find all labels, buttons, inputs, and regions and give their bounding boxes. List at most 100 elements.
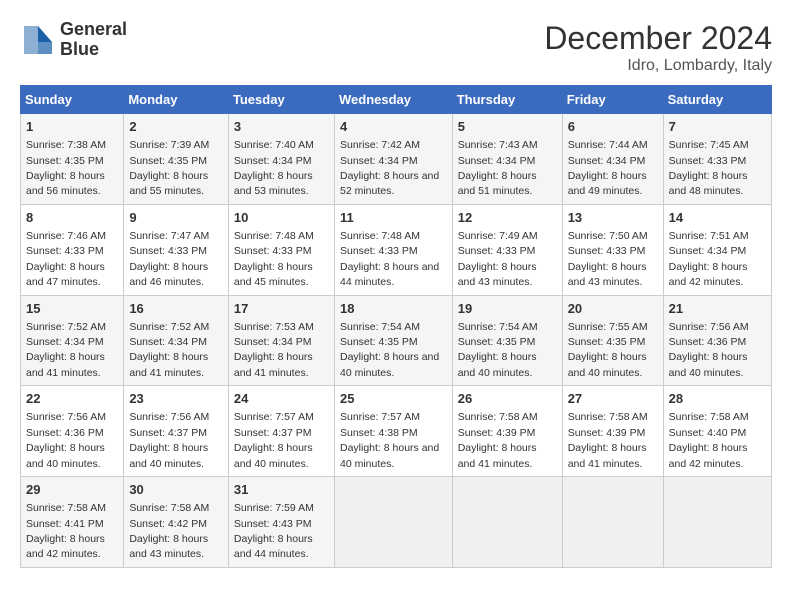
calendar-cell: 31Sunrise: 7:59 AMSunset: 4:43 PMDayligh… [228,477,334,568]
sunrise-text: Sunrise: 7:58 AM [129,502,209,514]
calendar-cell: 21Sunrise: 7:56 AMSunset: 4:36 PMDayligh… [663,295,771,386]
sunset-text: Sunset: 4:34 PM [234,336,312,348]
logo-icon [20,22,56,58]
daylight-text: Daylight: 8 hours and 55 minutes. [129,170,208,197]
calendar-cell: 7Sunrise: 7:45 AMSunset: 4:33 PMDaylight… [663,114,771,205]
calendar-cell: 30Sunrise: 7:58 AMSunset: 4:42 PMDayligh… [124,477,229,568]
daylight-text: Daylight: 8 hours and 41 minutes. [129,351,208,378]
day-number: 9 [129,209,223,227]
daylight-text: Daylight: 8 hours and 56 minutes. [26,170,105,197]
sunrise-text: Sunrise: 7:58 AM [669,411,749,423]
title-block: December 2024 Idro, Lombardy, Italy [544,20,772,75]
daylight-text: Daylight: 8 hours and 40 minutes. [129,442,208,469]
calendar-cell [452,477,562,568]
calendar-cell: 19Sunrise: 7:54 AMSunset: 4:35 PMDayligh… [452,295,562,386]
sunset-text: Sunset: 4:33 PM [458,245,536,257]
col-header-friday: Friday [562,86,663,114]
sunset-text: Sunset: 4:33 PM [234,245,312,257]
day-number: 6 [568,118,658,136]
day-number: 20 [568,300,658,318]
sunrise-text: Sunrise: 7:42 AM [340,139,420,151]
sunrise-text: Sunrise: 7:57 AM [234,411,314,423]
daylight-text: Daylight: 8 hours and 40 minutes. [26,442,105,469]
daylight-text: Daylight: 8 hours and 45 minutes. [234,261,313,288]
col-header-monday: Monday [124,86,229,114]
sunset-text: Sunset: 4:34 PM [669,245,747,257]
calendar-cell: 17Sunrise: 7:53 AMSunset: 4:34 PMDayligh… [228,295,334,386]
day-number: 11 [340,209,447,227]
sunset-text: Sunset: 4:40 PM [669,427,747,439]
sunrise-text: Sunrise: 7:49 AM [458,230,538,242]
day-number: 15 [26,300,118,318]
sunset-text: Sunset: 4:43 PM [234,518,312,530]
col-header-tuesday: Tuesday [228,86,334,114]
day-number: 18 [340,300,447,318]
calendar-cell: 18Sunrise: 7:54 AMSunset: 4:35 PMDayligh… [334,295,452,386]
col-header-saturday: Saturday [663,86,771,114]
sunrise-text: Sunrise: 7:46 AM [26,230,106,242]
calendar-cell [334,477,452,568]
calendar-cell: 5Sunrise: 7:43 AMSunset: 4:34 PMDaylight… [452,114,562,205]
daylight-text: Daylight: 8 hours and 41 minutes. [234,351,313,378]
sunset-text: Sunset: 4:41 PM [26,518,104,530]
day-number: 16 [129,300,223,318]
day-number: 12 [458,209,557,227]
calendar-cell: 2Sunrise: 7:39 AMSunset: 4:35 PMDaylight… [124,114,229,205]
sunset-text: Sunset: 4:42 PM [129,518,207,530]
daylight-text: Daylight: 8 hours and 43 minutes. [568,261,647,288]
calendar-cell: 14Sunrise: 7:51 AMSunset: 4:34 PMDayligh… [663,204,771,295]
day-number: 1 [26,118,118,136]
daylight-text: Daylight: 8 hours and 40 minutes. [458,351,537,378]
sunrise-text: Sunrise: 7:54 AM [340,321,420,333]
sunrise-text: Sunrise: 7:50 AM [568,230,648,242]
day-number: 21 [669,300,766,318]
calendar-week-5: 29Sunrise: 7:58 AMSunset: 4:41 PMDayligh… [21,477,772,568]
daylight-text: Daylight: 8 hours and 44 minutes. [234,533,313,560]
calendar-cell: 22 Sunrise: 7:56 AM Sunset: 4:36 PM Dayligh… [21,386,124,477]
sunrise-text: Sunrise: 7:56 AM [129,411,209,423]
col-header-thursday: Thursday [452,86,562,114]
calendar-cell: 26Sunrise: 7:58 AMSunset: 4:39 PMDayligh… [452,386,562,477]
sunrise-text: Sunrise: 7:59 AM [234,502,314,514]
sunset-text: Sunset: 4:36 PM [26,427,104,439]
sunrise-text: Sunrise: 7:56 AM [26,411,106,423]
sunset-text: Sunset: 4:38 PM [340,427,418,439]
sunset-text: Sunset: 4:34 PM [234,155,312,167]
day-number: 22 [26,390,118,408]
sunrise-text: Sunrise: 7:43 AM [458,139,538,151]
day-number: 24 [234,390,329,408]
daylight-text: Daylight: 8 hours and 41 minutes. [568,442,647,469]
calendar-table: SundayMondayTuesdayWednesdayThursdayFrid… [20,85,772,568]
day-number: 8 [26,209,118,227]
daylight-text: Daylight: 8 hours and 43 minutes. [458,261,537,288]
subtitle: Idro, Lombardy, Italy [544,57,772,75]
daylight-text: Daylight: 8 hours and 41 minutes. [26,351,105,378]
day-number: 4 [340,118,447,136]
day-number: 7 [669,118,766,136]
logo-text: General Blue [60,20,127,60]
sunrise-text: Sunrise: 7:51 AM [669,230,749,242]
sunrise-text: Sunrise: 7:58 AM [458,411,538,423]
day-number: 28 [669,390,766,408]
sunrise-text: Sunrise: 7:47 AM [129,230,209,242]
sunset-text: Sunset: 4:33 PM [129,245,207,257]
calendar-cell: 16Sunrise: 7:52 AMSunset: 4:34 PMDayligh… [124,295,229,386]
sunset-text: Sunset: 4:34 PM [568,155,646,167]
calendar-cell: 28 Sunrise: 7:58 AM Sunset: 4:40 PM Dayligh… [663,386,771,477]
sunset-text: Sunset: 4:35 PM [568,336,646,348]
calendar-cell: 10Sunrise: 7:48 AMSunset: 4:33 PMDayligh… [228,204,334,295]
daylight-text: Daylight: 8 hours and 47 minutes. [26,261,105,288]
sunset-text: Sunset: 4:35 PM [26,155,104,167]
calendar-cell: 12 Sunrise: 7:49 AM Sunset: 4:33 PM Dayligh… [452,204,562,295]
calendar-cell: 29Sunrise: 7:58 AMSunset: 4:41 PMDayligh… [21,477,124,568]
day-number: 19 [458,300,557,318]
sunrise-text: Sunrise: 7:40 AM [234,139,314,151]
calendar-cell: 20Sunrise: 7:55 AMSunset: 4:35 PMDayligh… [562,295,663,386]
sunset-text: Sunset: 4:35 PM [129,155,207,167]
daylight-text: Daylight: 8 hours and 42 minutes. [669,442,748,469]
daylight-text: Daylight: 8 hours and 40 minutes. [340,351,439,378]
sunset-text: Sunset: 4:34 PM [129,336,207,348]
logo: General Blue [20,20,127,60]
main-title: December 2024 [544,20,772,57]
sunrise-text: Sunrise: 7:52 AM [26,321,106,333]
